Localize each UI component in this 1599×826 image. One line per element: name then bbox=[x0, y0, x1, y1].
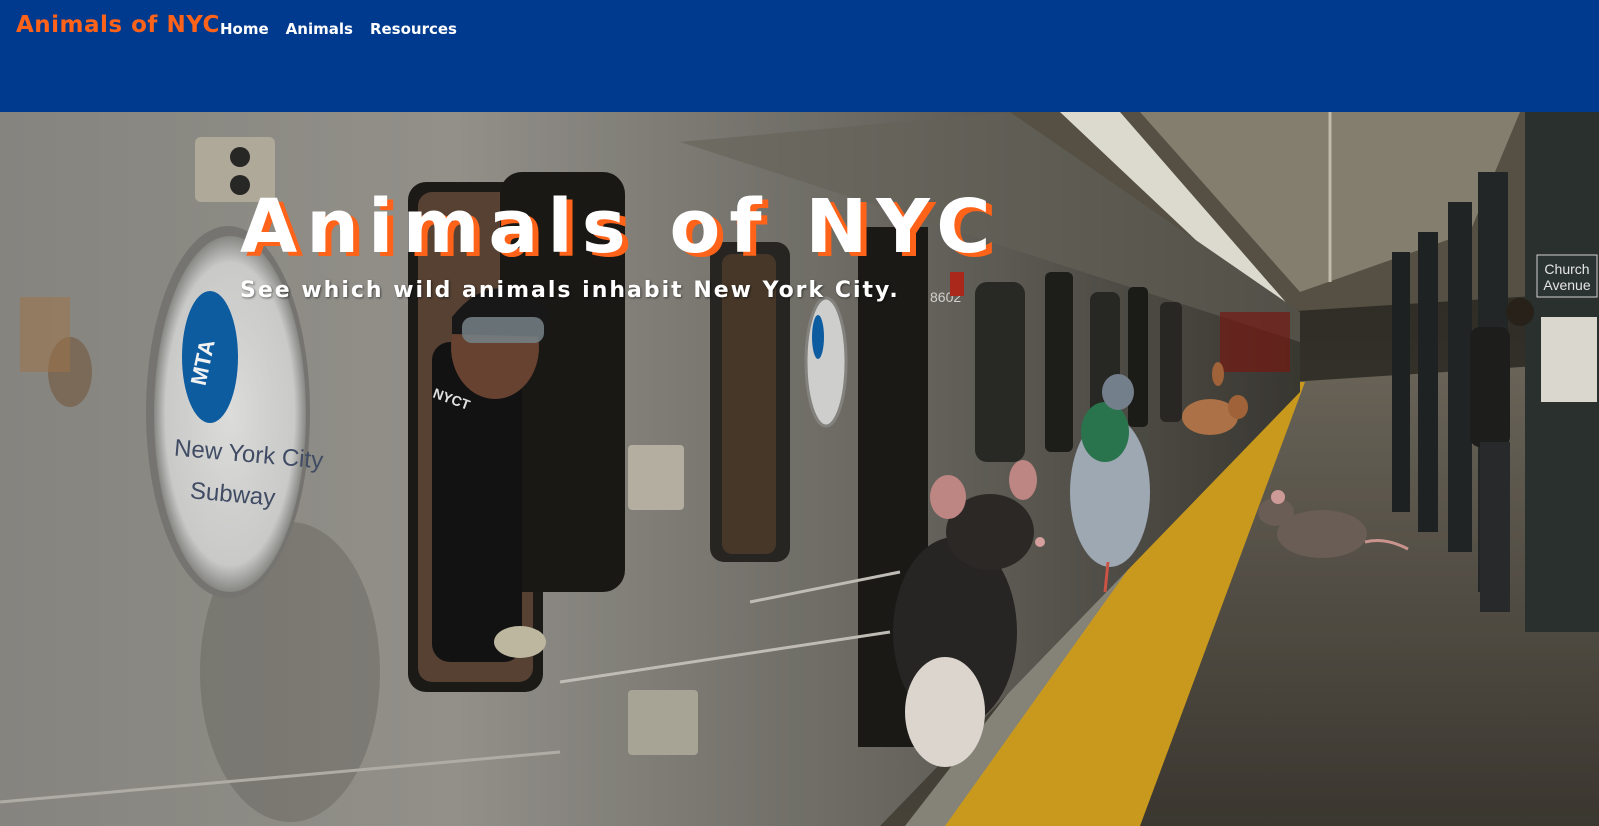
hero-subtitle: See which wild animals inhabit New York … bbox=[240, 278, 900, 303]
nav-link-home[interactable]: Home bbox=[220, 20, 269, 38]
nav-link-resources[interactable]: Resources bbox=[370, 20, 457, 38]
nav-link-animals[interactable]: Animals bbox=[286, 20, 353, 38]
hero-banner: Church Avenue NYCT MTA New York City Sub… bbox=[0, 112, 1599, 826]
top-navbar: Animals of NYC Home Animals Resources bbox=[0, 0, 1599, 112]
hero-title: Animals of NYC bbox=[240, 184, 1000, 270]
main-nav: Home Animals Resources bbox=[220, 20, 457, 38]
site-brand[interactable]: Animals of NYC bbox=[16, 12, 220, 38]
